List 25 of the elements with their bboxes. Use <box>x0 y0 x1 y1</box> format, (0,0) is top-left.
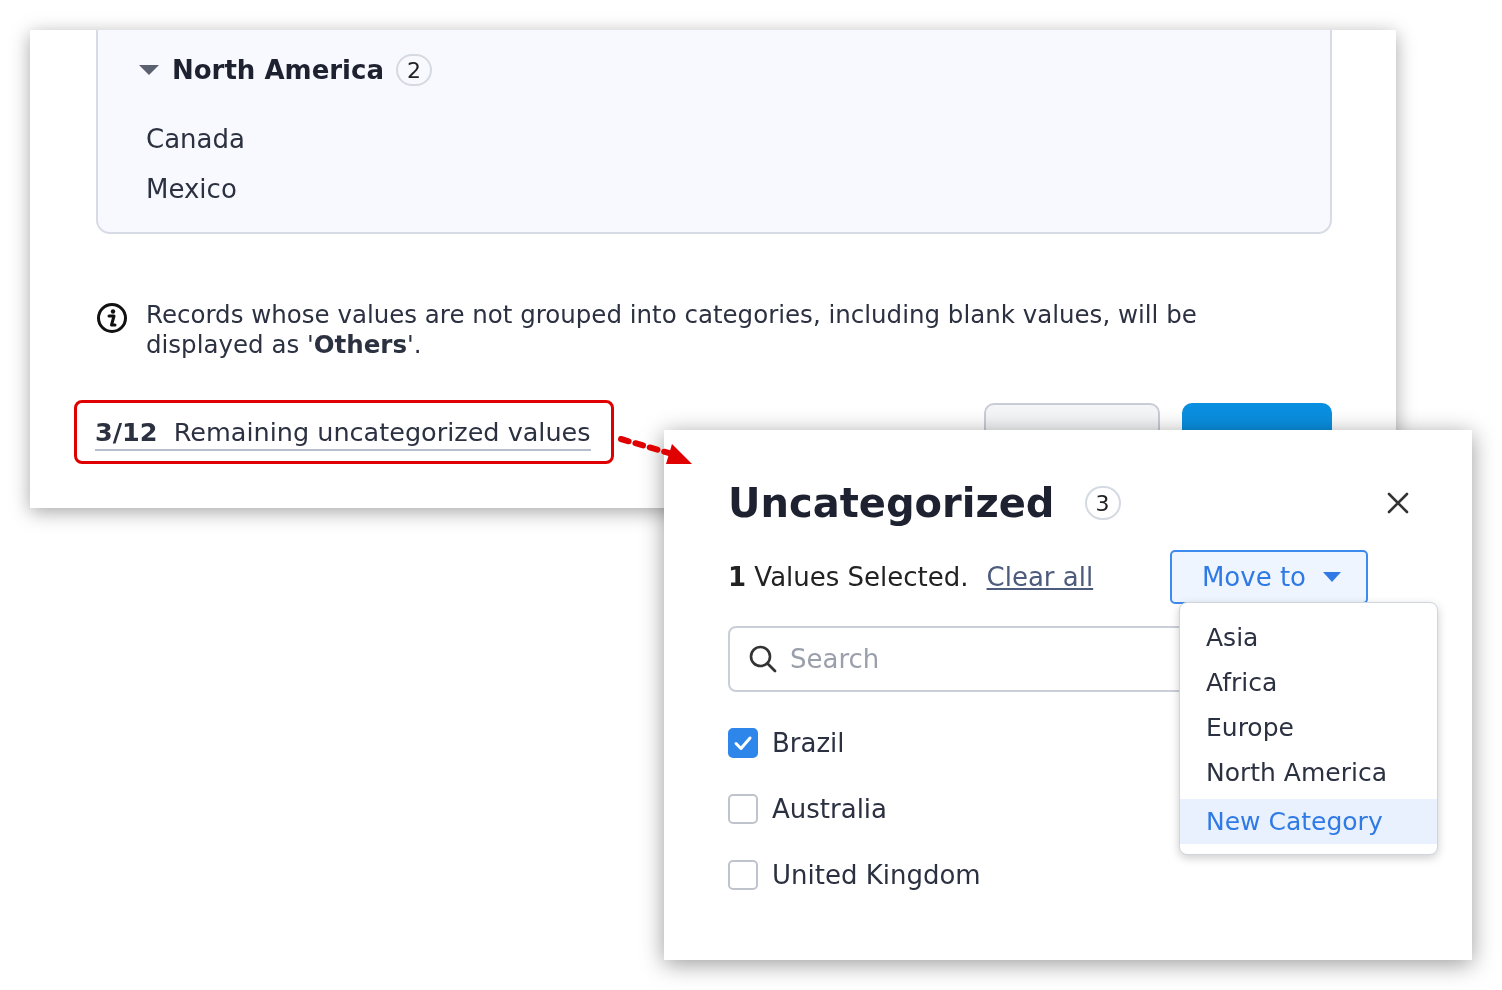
search-icon <box>748 644 778 674</box>
checkbox[interactable] <box>728 794 758 824</box>
info-note: Records whose values are not grouped into categories, including blank values, will be displayed as 'Others'. <box>146 300 1198 360</box>
close-icon[interactable] <box>1386 491 1410 515</box>
caret-icon <box>1322 571 1342 583</box>
caret-icon[interactable] <box>138 63 160 77</box>
menu-item[interactable]: North America <box>1180 750 1437 795</box>
remaining-values-link[interactable]: 3/12 Remaining uncategorized values <box>95 417 591 451</box>
category-name: North America <box>172 55 384 85</box>
clear-all-link[interactable]: Clear all <box>986 562 1094 592</box>
checkbox[interactable] <box>728 860 758 890</box>
move-to-button[interactable]: Move to <box>1169 550 1368 604</box>
count-badge: 3 <box>1084 486 1121 520</box>
value-label: Brazil <box>772 728 845 758</box>
category-value: Canada <box>145 124 246 154</box>
info-icon <box>96 302 128 334</box>
value-label: Australia <box>772 794 887 824</box>
popup-title: Uncategorized <box>728 480 1055 526</box>
value-label: United Kingdom <box>772 860 981 890</box>
category-value: Mexico <box>145 174 238 204</box>
checkbox[interactable] <box>728 728 758 758</box>
selection-count: 1 Values Selected. <box>728 562 969 592</box>
menu-item[interactable]: New Category <box>1180 799 1437 844</box>
count-badge: 2 <box>396 54 432 86</box>
menu-item[interactable]: Europe <box>1180 705 1437 750</box>
